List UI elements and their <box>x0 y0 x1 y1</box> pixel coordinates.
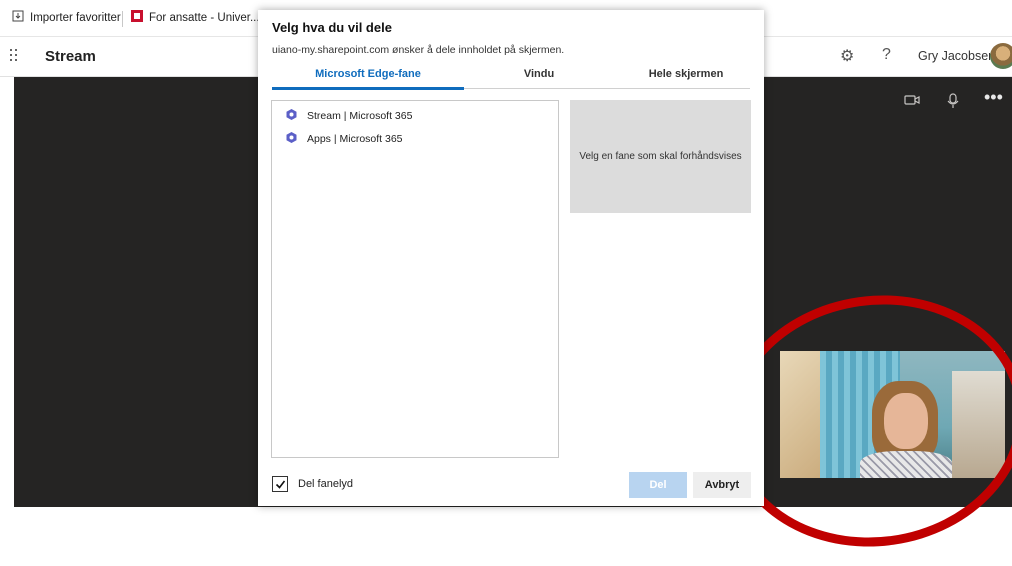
more-options-icon[interactable]: ••• <box>984 87 1003 108</box>
favorite-for-ansatte-label: For ansatte - Univer... <box>149 11 260 24</box>
app-title[interactable]: Stream <box>45 48 96 65</box>
help-icon[interactable]: ? <box>882 46 891 64</box>
list-item[interactable]: Stream | Microsoft 365 <box>286 109 412 123</box>
list-item-label: Apps | Microsoft 365 <box>307 133 403 145</box>
microphone-icon[interactable] <box>947 93 959 114</box>
cancel-button[interactable]: Avbryt <box>693 472 751 498</box>
share-audio-row[interactable]: Del fanelyd <box>272 476 353 492</box>
camera-icon[interactable] <box>904 93 920 112</box>
share-tabs: Microsoft Edge-fane Vindu Hele skjermen <box>272 66 750 90</box>
m365-app-icon <box>286 132 297 146</box>
avatar[interactable] <box>990 43 1012 69</box>
import-favorites-icon <box>12 10 24 25</box>
app-launcher-icon[interactable] <box>10 49 20 63</box>
list-item-label: Stream | Microsoft 365 <box>307 110 413 122</box>
dialog-subtitle: uiano-my.sharepoint.com ønsker å dele in… <box>272 44 565 56</box>
m365-app-icon <box>286 109 297 123</box>
share-audio-label: Del fanelyd <box>298 478 354 490</box>
tab-list[interactable]: Stream | Microsoft 365 Apps | Microsoft … <box>271 100 559 458</box>
share-dialog: Velg hva du vil dele uiano-my.sharepoint… <box>258 10 764 506</box>
gear-icon[interactable]: ⚙ <box>840 46 854 66</box>
preview-panel: Velg en fane som skal forhåndsvises <box>570 100 751 213</box>
active-tab-indicator <box>272 87 464 90</box>
share-audio-checkbox[interactable] <box>272 476 288 492</box>
checkmark-icon <box>275 480 285 489</box>
favorite-for-ansatte[interactable]: For ansatte - Univer... <box>131 10 260 25</box>
preview-text: Velg en fane som skal forhåndsvises <box>579 151 742 162</box>
tab-window[interactable]: Vindu <box>459 68 619 80</box>
share-button[interactable]: Del <box>629 472 687 498</box>
dialog-title: Velg hva du vil dele <box>272 20 392 35</box>
favorite-import-label: Importer favoritter <box>30 11 121 24</box>
user-name[interactable]: Gry Jacobsen <box>918 49 995 63</box>
university-site-icon <box>131 10 143 25</box>
favorite-import[interactable]: Importer favoritter <box>12 10 121 25</box>
list-item[interactable]: Apps | Microsoft 365 <box>286 132 403 146</box>
favorites-separator <box>122 11 123 27</box>
tab-microsoft-edge[interactable]: Microsoft Edge-fane <box>288 68 448 80</box>
tab-entire-screen[interactable]: Hele skjermen <box>606 68 766 80</box>
